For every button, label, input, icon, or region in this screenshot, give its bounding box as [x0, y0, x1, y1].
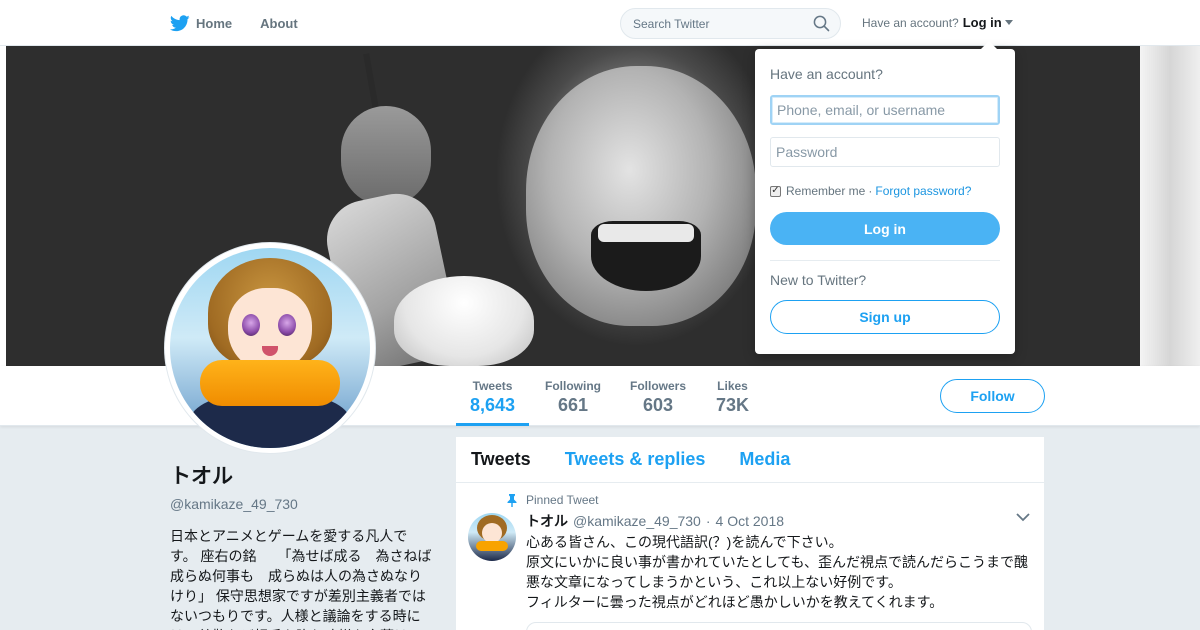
tweet-author-handle[interactable]: @kamikaze_49_730	[573, 513, 701, 529]
avatar-eye-right	[278, 314, 296, 336]
nav-home-label: Home	[196, 15, 233, 31]
photo-teeth	[598, 224, 694, 242]
avatar-scarf	[200, 360, 340, 406]
login-dropdown: Have an account? ✓ Remember me · Forgot …	[755, 41, 1015, 354]
tweet-separator: ·	[705, 513, 711, 529]
search-placeholder: Search Twitter	[633, 16, 710, 31]
nav-left: Home About	[170, 0, 326, 46]
stat-label: Likes	[717, 379, 748, 393]
photo-hand	[341, 106, 431, 206]
stat-value: 603	[642, 395, 674, 415]
timeline: Tweets Tweets & replies Media Pinned Twe…	[456, 437, 1044, 630]
pin-icon	[507, 493, 517, 507]
stat-label: Following	[545, 379, 601, 393]
stat-followers[interactable]: Followers 603	[630, 379, 686, 416]
tab-media[interactable]: Media	[739, 449, 790, 470]
tweet-text-line: 悪な文章になってしまうかという、これ以上ない好例です。	[526, 574, 902, 590]
stat-likes[interactable]: Likes 73K	[716, 379, 749, 416]
tab-tweets-replies[interactable]: Tweets & replies	[565, 449, 706, 470]
pinned-label: Pinned Tweet	[526, 493, 599, 507]
tweet-date[interactable]: 4 Oct 2018	[716, 513, 785, 529]
signup-button[interactable]: Sign up	[770, 300, 1000, 334]
account-prompt: Have an account?	[862, 15, 959, 30]
checkbox-checked-icon[interactable]: ✓	[770, 185, 781, 197]
tweet-media-card[interactable]	[526, 622, 1032, 630]
login-link-label: Log in	[962, 15, 1002, 30]
remember-me-row: ✓ Remember me · Forgot password?	[770, 184, 971, 198]
tab-tweets[interactable]: Tweets	[471, 449, 531, 470]
tweet-avatar-scarf	[476, 541, 508, 551]
tweet-text: 心ある皆さん、この現代語訳(？)を読んで下さい。 原文にいかに良い事が書かれてい…	[526, 532, 1029, 612]
header-photo-edge	[1140, 46, 1200, 366]
tweet-avatar-face	[482, 523, 502, 543]
profile-avatar[interactable]	[165, 243, 375, 453]
chevron-down-icon[interactable]	[1016, 513, 1030, 522]
account-area: Have an account? Log in	[862, 15, 1013, 30]
stat-value: 8,643	[470, 395, 516, 415]
tweet-avatar[interactable]	[468, 513, 516, 561]
pinned-tweet[interactable]: Pinned Tweet トオル @kamikaze_49_730 · 4 Oc…	[456, 483, 1044, 612]
timeline-tabs: Tweets Tweets & replies Media	[456, 437, 1044, 483]
username-field[interactable]	[770, 95, 1000, 125]
stat-value: 661	[557, 395, 589, 415]
search-input[interactable]: Search Twitter	[620, 8, 841, 39]
pinned-indicator: Pinned Tweet	[506, 493, 1029, 507]
twitter-bird-icon	[170, 14, 190, 31]
profile-card: トオル @kamikaze_49_730 日本とアニメとゲームを愛する凡人です。…	[170, 460, 432, 630]
avatar-image	[170, 248, 370, 448]
tweet-author-name[interactable]: トオル	[526, 511, 568, 531]
login-dropdown-toggle[interactable]: Log in	[963, 15, 1013, 30]
new-to-twitter-label: New to Twitter?	[770, 272, 867, 288]
nav-about-label: About	[260, 15, 298, 31]
avatar-eye-left	[242, 314, 260, 336]
stat-label: Tweets	[472, 379, 513, 393]
remember-me-label[interactable]: Remember me	[786, 184, 865, 198]
tweet-text-line: フィルターに曇った視点がどれほど愚かしいかを教えてくれます。	[526, 594, 944, 610]
stat-label: Followers	[630, 379, 687, 393]
stat-value: 73K	[716, 395, 750, 415]
photo-rice-bowl	[394, 276, 534, 366]
dropdown-divider	[770, 260, 1000, 261]
stat-following[interactable]: Following 661	[545, 379, 601, 416]
caret-down-icon	[1004, 20, 1013, 25]
profile-bio: 日本とアニメとゲームを愛する凡人です。 座右の銘 「為せば成る 為さねば成らぬ何…	[170, 528, 432, 630]
follow-button[interactable]: Follow	[940, 379, 1045, 413]
password-field[interactable]	[770, 137, 1000, 167]
forgot-password-link[interactable]: Forgot password?	[875, 184, 971, 198]
tweet-header: トオル @kamikaze_49_730 · 4 Oct 2018	[526, 511, 1029, 531]
login-submit-button[interactable]: Log in	[770, 212, 1000, 245]
search-icon[interactable]	[813, 15, 830, 32]
tweet-text-line: 原文にいかに良い事が書かれていたとしても、歪んだ視点で読んだらこうまで醜	[526, 554, 1029, 570]
nav-home-link[interactable]: Home	[170, 14, 233, 32]
profile-name[interactable]: トオル	[170, 460, 432, 490]
remember-separator: ·	[868, 184, 873, 198]
tweet-text-line: 心ある皆さん、この現代語訳(？)を読んで下さい。	[526, 534, 843, 550]
stat-tweets[interactable]: Tweets 8,643	[456, 379, 530, 426]
nav-about-link[interactable]: About	[260, 16, 298, 31]
login-dropdown-title: Have an account?	[770, 66, 883, 82]
profile-handle[interactable]: @kamikaze_49_730	[170, 496, 432, 512]
top-navigation-bar: Home About Search Twitter Have an accoun…	[0, 0, 1200, 46]
